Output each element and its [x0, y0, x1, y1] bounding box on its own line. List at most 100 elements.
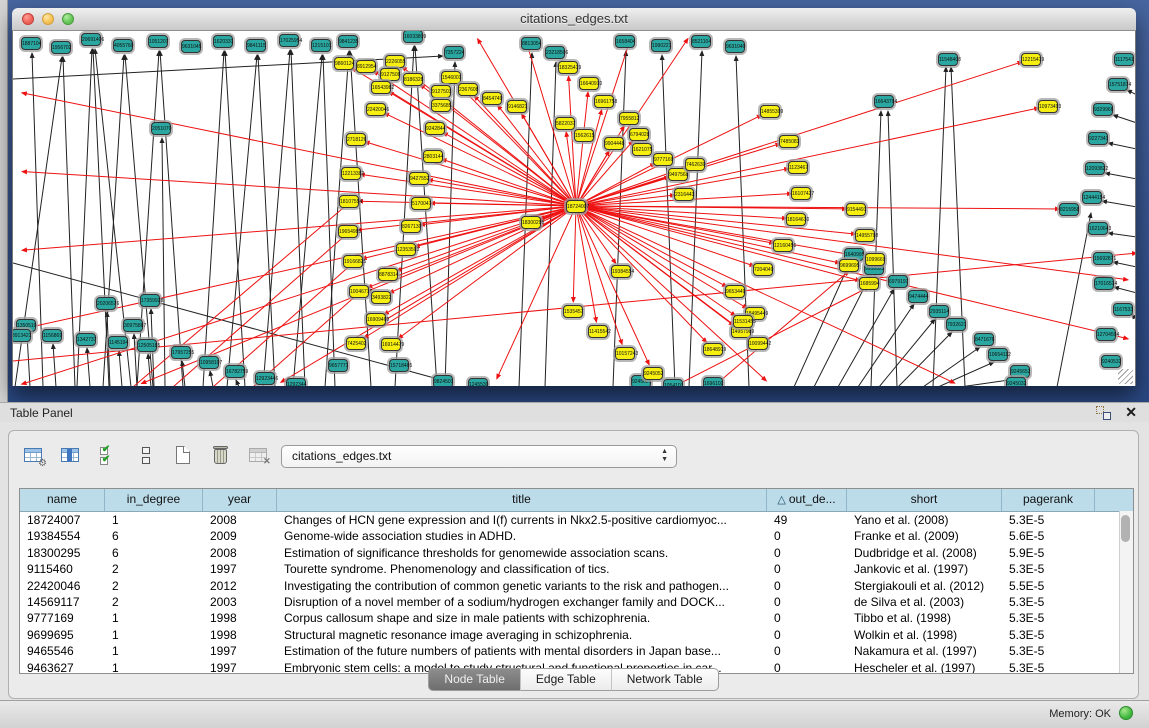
- tab-node-table[interactable]: Node Table: [428, 668, 521, 691]
- graph-node[interactable]: 10654112: [988, 348, 1008, 361]
- graph-node[interactable]: 12093822: [1085, 162, 1105, 175]
- graph-node[interactable]: 9227341: [1088, 132, 1108, 145]
- graph-node[interactable]: 15718485: [389, 359, 409, 372]
- graph-node[interactable]: 9127503: [431, 85, 451, 98]
- graph-node[interactable]: 10973493: [1038, 100, 1058, 113]
- graph-node[interactable]: 1117541: [1114, 53, 1134, 66]
- window-resize-grip[interactable]: [1118, 369, 1133, 384]
- graph-node[interactable]: 23218506: [545, 46, 565, 59]
- graph-node[interactable]: 9631040: [725, 40, 745, 53]
- table-row[interactable]: 1830029562008Estimation of significance …: [20, 545, 1133, 561]
- graph-node[interactable]: 7485083: [779, 135, 799, 148]
- graph-node[interactable]: 12704594: [1096, 328, 1116, 341]
- graph-node[interactable]: 9631045: [181, 40, 201, 53]
- graph-node[interactable]: 7204049: [753, 263, 773, 276]
- vertical-scrollbar[interactable]: [1119, 511, 1133, 673]
- graph-node[interactable]: 7932621: [946, 318, 966, 331]
- column-header-short[interactable]: short: [847, 489, 1002, 511]
- graph-node[interactable]: 1167533: [1113, 303, 1133, 316]
- graph-node[interactable]: 7462630: [685, 158, 705, 171]
- graph-node[interactable]: 10157243: [615, 347, 635, 360]
- graph-node[interactable]: 9824501: [433, 375, 453, 386]
- graph-node[interactable]: 1054101: [663, 379, 683, 386]
- graph-node[interactable]: 1245530: [468, 378, 488, 386]
- graph-node[interactable]: 16909469: [366, 313, 386, 326]
- graph-node[interactable]: 9777169: [653, 153, 673, 166]
- graph-node[interactable]: 17025954: [279, 34, 299, 47]
- graph-node[interactable]: 1887104: [21, 37, 41, 50]
- graph-node[interactable]: 19166825: [343, 255, 363, 268]
- graph-node[interactable]: 18648919: [703, 343, 723, 356]
- graph-node[interactable]: 8521104: [691, 35, 711, 48]
- table-row[interactable]: 969969511998Structural magnetic resonanc…: [20, 627, 1133, 643]
- graph-node[interactable]: 10958107: [199, 356, 219, 369]
- graph-node[interactable]: 1156869: [42, 329, 62, 342]
- graph-node[interactable]: 5822037: [555, 117, 575, 130]
- graph-node[interactable]: 12213382: [341, 167, 361, 180]
- graph-node[interactable]: 19384554: [611, 265, 631, 278]
- graph-node[interactable]: 1215101: [311, 39, 331, 52]
- graph-node[interactable]: 16210643: [1088, 222, 1108, 235]
- graph-node[interactable]: 16643794: [874, 95, 894, 108]
- graph-node[interactable]: 1990221: [651, 39, 671, 52]
- graph-node[interactable]: 12215419: [1021, 53, 1041, 66]
- graph-node[interactable]: 14955798: [855, 229, 875, 242]
- graph-node[interactable]: 12923446: [255, 372, 275, 385]
- graph-node[interactable]: 9841235: [338, 35, 358, 48]
- graph-node[interactable]: 1546001: [441, 71, 461, 84]
- graph-node[interactable]: 1956702: [51, 41, 71, 54]
- close-panel-icon[interactable]: ✕: [1125, 404, 1137, 421]
- graph-node[interactable]: 17359928: [140, 294, 160, 307]
- graph-node[interactable]: 20206576: [96, 297, 116, 310]
- graph-node[interactable]: 1051207: [148, 35, 168, 48]
- graph-node[interactable]: 1696102: [703, 377, 723, 386]
- graph-node[interactable]: 11415542: [588, 325, 608, 338]
- graph-node[interactable]: 1621075: [632, 143, 652, 156]
- graph-node[interactable]: 9329968: [1093, 103, 1113, 116]
- graph-node[interactable]: 10046718: [349, 285, 369, 298]
- network-canvas[interactable]: 1887104195670220691406405576010512079631…: [12, 31, 1136, 386]
- graph-node[interactable]: 10099442: [748, 337, 768, 350]
- graph-node[interactable]: 5170041: [411, 197, 431, 210]
- graph-node[interactable]: 8215958: [1059, 203, 1079, 216]
- graph-node[interactable]: 12505185: [137, 339, 157, 352]
- graph-node[interactable]: 16914479: [381, 338, 401, 351]
- graph-node[interactable]: 30975887: [123, 319, 143, 332]
- tab-network-table[interactable]: Network Table: [612, 668, 719, 691]
- graph-node[interactable]: 18164610: [786, 213, 806, 226]
- graph-node[interactable]: 19654985: [338, 225, 358, 238]
- table-row[interactable]: 1456911722003Disruption of a novel membe…: [20, 594, 1133, 610]
- graph-node[interactable]: 7357224: [444, 46, 464, 59]
- graph-node[interactable]: 1342737: [76, 333, 96, 346]
- graph-node[interactable]: 8454749: [482, 92, 502, 105]
- network-window-titlebar[interactable]: citations_edges.txt: [12, 8, 1136, 31]
- table-row[interactable]: 1938455462009Genome-wide association stu…: [20, 528, 1133, 544]
- graph-node[interactable]: 2051070: [151, 122, 171, 135]
- graph-node[interactable]: 14855309: [760, 105, 780, 118]
- graph-node[interactable]: 2226055: [385, 55, 405, 68]
- graph-node[interactable]: 18300295: [521, 216, 541, 229]
- graph-node[interactable]: 15692871: [1093, 252, 1113, 265]
- graph-node[interactable]: 16543982: [371, 81, 391, 94]
- unselect-columns-icon[interactable]: [133, 443, 159, 469]
- column-header-title[interactable]: title: [277, 489, 767, 511]
- table-row[interactable]: 946554611997Estimation of the future num…: [20, 643, 1133, 659]
- graph-node[interactable]: 9240532: [1101, 355, 1121, 368]
- graph-node[interactable]: 16782759: [225, 365, 245, 378]
- network-view-window[interactable]: citations_edges.txt 18871041956702206914…: [12, 8, 1136, 386]
- graph-node[interactable]: 12353593: [396, 243, 416, 256]
- table-mode-icon[interactable]: ⚙: [21, 443, 47, 469]
- graph-node[interactable]: 3913421: [12, 329, 31, 342]
- graph-node[interactable]: 4055760: [113, 39, 133, 52]
- graph-node[interactable]: 9154491: [846, 203, 866, 216]
- table-dropdown[interactable]: citations_edges.txt ▲▼: [281, 445, 677, 468]
- graph-node[interactable]: 11531455: [733, 315, 753, 328]
- graph-node[interactable]: 22420046: [366, 103, 386, 116]
- graph-node[interactable]: 16107427: [791, 187, 811, 200]
- column-header-out-de-[interactable]: △out_de...: [767, 489, 847, 511]
- graph-node[interactable]: 18107554: [339, 195, 359, 208]
- graph-node[interactable]: 9653449: [725, 285, 745, 298]
- graph-node[interactable]: 3493822: [371, 291, 391, 304]
- column-header-pagerank[interactable]: pagerank: [1002, 489, 1095, 511]
- graph-node[interactable]: 9860124: [334, 57, 354, 70]
